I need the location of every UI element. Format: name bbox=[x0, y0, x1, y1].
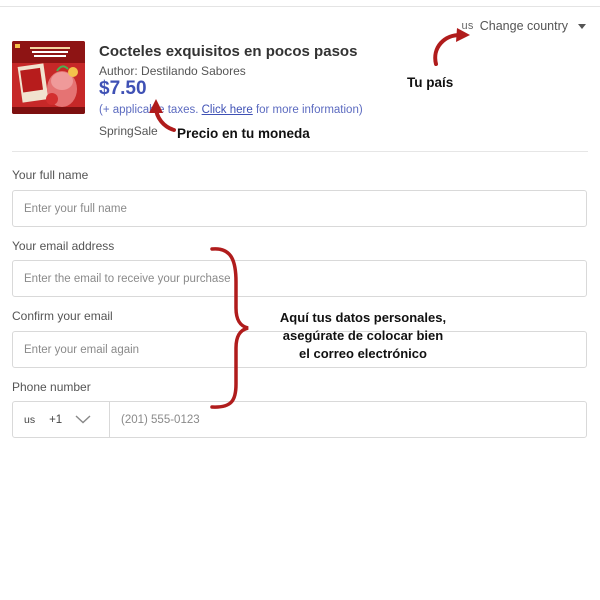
top-divider bbox=[0, 6, 600, 7]
section-divider bbox=[12, 151, 588, 152]
product-author: Author: Destilando Sabores bbox=[99, 64, 246, 78]
annotation-line: Aquí tus datos personales, bbox=[279, 310, 447, 325]
price-annotation: Precio en tu moneda bbox=[177, 126, 310, 141]
change-country-button[interactable]: us Change country bbox=[462, 19, 586, 33]
tax-info-link[interactable]: Click here bbox=[202, 104, 253, 116]
tax-note: (+ applicable taxes. Click here for more… bbox=[99, 104, 363, 116]
product-cover-image bbox=[12, 41, 85, 114]
product-price: $7.50 bbox=[99, 78, 147, 99]
caret-down-icon bbox=[578, 23, 586, 29]
tax-note-prefix: (+ applicable taxes. bbox=[99, 104, 202, 116]
annotation-line: asegúrate de colocar bien bbox=[282, 328, 444, 343]
full-name-input[interactable] bbox=[12, 190, 587, 227]
country-annotation: Tu país bbox=[407, 75, 454, 90]
full-name-label: Your full name bbox=[12, 168, 89, 182]
phone-country-select[interactable]: us +1 bbox=[13, 402, 110, 437]
promo-code: SpringSale bbox=[99, 124, 158, 138]
phone-field: us +1 bbox=[12, 401, 587, 438]
annotation-line: el correo electrónico bbox=[299, 346, 427, 361]
phone-dial-code: +1 bbox=[49, 413, 63, 426]
tax-note-suffix: for more information) bbox=[252, 104, 363, 116]
change-country-label: Change country bbox=[479, 19, 568, 33]
phone-number-input[interactable] bbox=[110, 402, 586, 437]
product-title: Cocteles exquisitos en pocos pasos bbox=[99, 43, 358, 60]
email-input[interactable] bbox=[12, 260, 587, 297]
confirm-email-label: Confirm your email bbox=[12, 309, 113, 323]
country-code: us bbox=[461, 20, 474, 32]
phone-country-code: us bbox=[24, 413, 36, 426]
email-label: Your email address bbox=[12, 239, 115, 253]
phone-label: Phone number bbox=[12, 380, 91, 394]
personal-data-annotation: Aquí tus datos personales, asegúrate de … bbox=[243, 309, 483, 363]
chevron-down-icon bbox=[75, 415, 91, 424]
